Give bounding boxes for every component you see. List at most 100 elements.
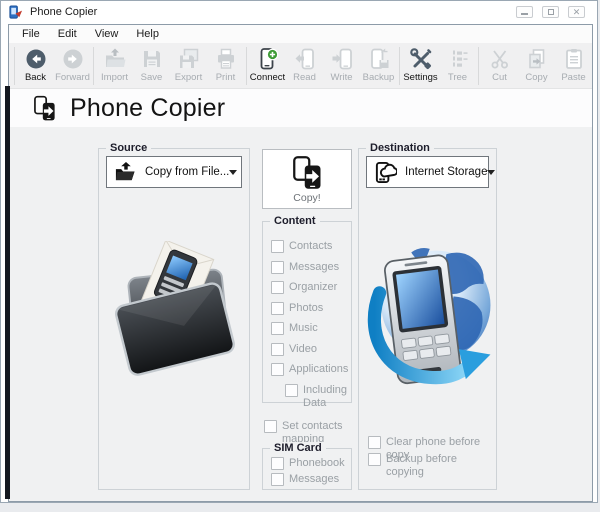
checkbox-contacts[interactable]: Contacts xyxy=(271,240,345,253)
toolbar-separator xyxy=(246,46,247,85)
export-icon xyxy=(177,47,201,71)
copy-icon xyxy=(525,47,549,71)
checkbox-box xyxy=(271,363,284,376)
content-area: Source Copy from File... Copy! Content C… xyxy=(9,127,592,501)
middle-column: Copy! Content Contacts Messages Organize… xyxy=(262,149,352,490)
write-button[interactable]: Write xyxy=(323,45,360,87)
checkbox-box xyxy=(368,436,381,449)
checkbox-box xyxy=(285,383,298,397)
copy-button[interactable]: Copy! xyxy=(262,149,352,209)
checkbox-box xyxy=(271,342,284,356)
app-icon xyxy=(8,4,23,20)
checkbox-box xyxy=(271,301,284,315)
left-edge-strip xyxy=(5,86,10,499)
settings-icon xyxy=(409,47,433,71)
toolbar: Back Forward Import Save Export Print Co… xyxy=(9,43,592,89)
menu-bar: File Edit View Help xyxy=(9,25,592,43)
save-button[interactable]: Save xyxy=(133,45,170,87)
checkbox-phonebook[interactable]: Phonebook xyxy=(271,457,347,470)
dropdown-arrow-icon xyxy=(229,169,238,175)
minimize-icon xyxy=(521,13,528,15)
destination-image-wrap xyxy=(359,227,496,415)
settings-button[interactable]: Settings xyxy=(402,45,439,87)
checkbox-photos[interactable]: Photos xyxy=(271,301,345,315)
phone-cloud-icon xyxy=(374,161,397,184)
import-button[interactable]: Import xyxy=(96,45,133,87)
client-area: File Edit View Help Back Forward Import xyxy=(8,24,593,502)
checkbox-including-data[interactable]: Including Data xyxy=(285,383,347,410)
content-group: Content Contacts Messages Organizer Phot… xyxy=(262,215,352,409)
checkbox-box xyxy=(271,322,284,335)
phone-globe-image xyxy=(367,248,490,385)
cut-icon xyxy=(488,47,512,71)
checkbox-box xyxy=(271,457,284,470)
checkbox-sim-messages[interactable]: Messages xyxy=(271,473,347,486)
checkbox-box xyxy=(264,420,277,433)
app-window: Phone Copier ✕ File Edit View Help Back … xyxy=(0,0,598,503)
page-header: Phone Copier xyxy=(9,89,592,127)
checkbox-box xyxy=(271,260,284,274)
minimize-button[interactable] xyxy=(516,6,533,18)
back-icon xyxy=(24,47,48,71)
cut-button[interactable]: Cut xyxy=(481,45,518,87)
destination-group: Destination Internet Storage Clear phone… xyxy=(358,142,497,490)
connect-icon xyxy=(256,47,280,71)
menu-view[interactable]: View xyxy=(86,26,128,42)
read-icon xyxy=(293,47,317,71)
sim-group-label: SIM Card xyxy=(270,442,326,455)
print-icon xyxy=(214,47,238,71)
checkbox-box xyxy=(271,473,284,486)
page-title: Phone Copier xyxy=(70,93,226,122)
import-icon xyxy=(103,47,127,71)
copy-button-label: Copy! xyxy=(293,191,321,204)
forward-button[interactable]: Forward xyxy=(54,45,91,87)
copy-phones-icon xyxy=(289,155,325,191)
folder-phone-image xyxy=(114,241,235,376)
checkbox-box xyxy=(271,281,284,294)
source-group: Source Copy from File... xyxy=(98,142,250,490)
title-bar: Phone Copier ✕ xyxy=(1,1,597,23)
save-icon xyxy=(140,47,164,71)
window-title: Phone Copier xyxy=(30,6,98,18)
tree-icon xyxy=(446,47,470,71)
checkbox-video[interactable]: Video xyxy=(271,342,345,356)
back-button[interactable]: Back xyxy=(17,45,54,87)
paste-button[interactable]: Paste xyxy=(555,45,592,87)
backup-icon xyxy=(367,47,391,71)
checkbox-box xyxy=(271,240,284,253)
toolbar-separator xyxy=(93,46,94,85)
phone-copy-icon xyxy=(31,95,58,122)
close-button[interactable]: ✕ xyxy=(568,6,585,18)
source-dropdown[interactable]: Copy from File... xyxy=(106,156,242,188)
toolbar-separator xyxy=(478,46,479,85)
connect-button[interactable]: Connect xyxy=(249,45,286,87)
close-icon: ✕ xyxy=(572,6,581,17)
destination-dropdown-value: Internet Storage xyxy=(405,166,488,178)
backup-button[interactable]: Backup xyxy=(360,45,397,87)
write-icon xyxy=(330,47,354,71)
checkbox-box xyxy=(368,453,381,466)
checkbox-backup-before[interactable]: Backup before copying xyxy=(368,453,496,479)
destination-dropdown[interactable]: Internet Storage xyxy=(366,156,496,188)
menu-file[interactable]: File xyxy=(13,26,49,42)
folder-source-icon xyxy=(114,161,137,184)
source-image-wrap xyxy=(99,241,249,377)
export-button[interactable]: Export xyxy=(170,45,207,87)
sim-card-group: SIM Card Phonebook Messages xyxy=(262,442,352,490)
menu-help[interactable]: Help xyxy=(127,26,168,42)
checkbox-music[interactable]: Music xyxy=(271,322,345,335)
checkbox-applications[interactable]: Applications xyxy=(271,363,348,376)
tree-button[interactable]: Tree xyxy=(439,45,476,87)
read-button[interactable]: Read xyxy=(286,45,323,87)
maximize-button[interactable] xyxy=(542,6,559,18)
content-group-label: Content xyxy=(270,215,320,228)
toolbar-separator xyxy=(399,46,400,85)
dropdown-arrow-icon xyxy=(487,169,496,175)
checkbox-organizer[interactable]: Organizer xyxy=(271,281,345,294)
checkbox-messages[interactable]: Messages xyxy=(271,260,345,274)
maximize-icon xyxy=(547,9,554,15)
source-dropdown-value: Copy from File... xyxy=(145,166,230,178)
print-button[interactable]: Print xyxy=(207,45,244,87)
copy-toolbar-button[interactable]: Copy xyxy=(518,45,555,87)
menu-edit[interactable]: Edit xyxy=(49,26,86,42)
